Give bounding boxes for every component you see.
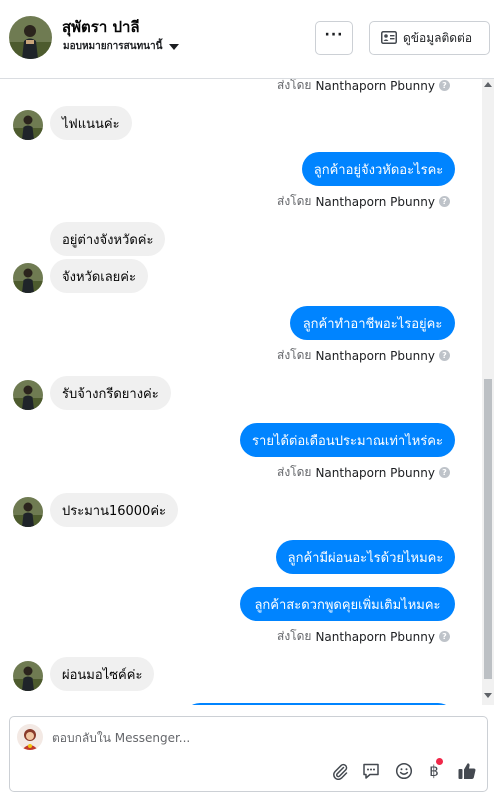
notification-dot <box>436 758 443 765</box>
more-icon: ··· <box>324 27 344 43</box>
incoming-message[interactable]: จังหวัดเลยค่ะ <box>50 259 148 293</box>
customer-avatar <box>13 110 43 140</box>
contact-card-icon <box>381 29 397 48</box>
emoji-icon[interactable] <box>392 759 416 783</box>
help-icon[interactable]: ? <box>438 196 450 207</box>
outgoing-message[interactable]: ลูกค้าอยู่จังวหัดอะไรคะ <box>302 152 455 186</box>
assign-conversation-dropdown[interactable]: มอบหมายการสนทนานี้ <box>63 39 180 54</box>
help-icon[interactable]: ? <box>438 467 450 478</box>
caret-down-icon <box>169 43 180 50</box>
reply-input[interactable] <box>52 731 452 745</box>
help-icon[interactable]: ? <box>438 350 450 361</box>
more-options-button[interactable]: ··· <box>315 21 353 55</box>
help-icon[interactable]: ? <box>438 631 450 642</box>
assign-label: มอบหมายการสนทนานี้ <box>63 41 163 52</box>
saved-reply-icon[interactable] <box>359 759 383 783</box>
customer-avatar <box>13 263 43 293</box>
incoming-message[interactable]: รับจ้างกรีดยางค่ะ <box>50 376 171 410</box>
contact-avatar[interactable] <box>9 16 52 59</box>
like-icon[interactable] <box>455 759 479 783</box>
incoming-message[interactable]: ผ่อนมอไซค์ค่ะ <box>50 657 155 691</box>
view-contact-label: ดูข้อมูลติดต่อ <box>403 30 473 45</box>
incoming-message[interactable]: ประมาน16000ค่ะ <box>50 493 179 527</box>
help-icon[interactable]: ? <box>438 80 450 91</box>
conversation-header: สุพัตรา ปาลี มอบหมายการสนทนานี้ ··· ดูข้… <box>0 0 494 79</box>
outgoing-message[interactable]: รายได้ต่อเดือนประมาณเท่าไหร่คะ <box>240 423 455 457</box>
view-contact-button[interactable]: ดูข้อมูลติดต่อ <box>369 21 490 55</box>
outgoing-message[interactable]: ลูกค้ามีผ่อนอะไรด้วยไหมคะ <box>276 540 455 574</box>
outgoing-message[interactable]: ลูกค้าสะดวกพูดคุยเพิ่มเติมไหมคะ <box>240 587 455 621</box>
sent-by-label: ส่งโดย Nanthaporn Pbunny ? <box>277 192 450 211</box>
message-thread[interactable]: ส่งโดย Nanthaporn Pbunny ? ไฟแนนค่ะ ลูกค้… <box>0 79 494 705</box>
sent-by-label: ส่งโดย Nanthaporn Pbunny ? <box>277 79 450 95</box>
incoming-message[interactable]: ไฟแนนค่ะ <box>50 106 132 140</box>
scrollbar-thumb[interactable] <box>484 379 492 679</box>
attach-icon[interactable] <box>328 759 352 783</box>
customer-avatar <box>13 497 43 527</box>
outgoing-message[interactable]: ลูกค้าทำอาชีพอะไรอยู่คะ <box>290 306 455 340</box>
sent-by-label: ส่งโดย Nanthaporn Pbunny ? <box>277 627 450 646</box>
scroll-up-arrow-icon[interactable] <box>484 82 492 87</box>
sent-by-label: ส่งโดย Nanthaporn Pbunny ? <box>277 463 450 482</box>
page-avatar <box>17 724 43 750</box>
outgoing-message-partial[interactable] <box>183 703 455 705</box>
customer-avatar <box>13 661 43 691</box>
baht-payment-button[interactable]: ฿ <box>422 758 446 783</box>
customer-avatar <box>13 380 43 410</box>
incoming-message[interactable]: อยู่ต่างจังหวัดค่ะ <box>50 222 166 256</box>
scroll-down-arrow-icon[interactable] <box>484 693 492 698</box>
reply-composer: ฿ <box>9 716 488 792</box>
contact-name[interactable]: สุพัตรา ปาลี <box>62 15 140 39</box>
sent-by-label: ส่งโดย Nanthaporn Pbunny ? <box>277 346 450 365</box>
